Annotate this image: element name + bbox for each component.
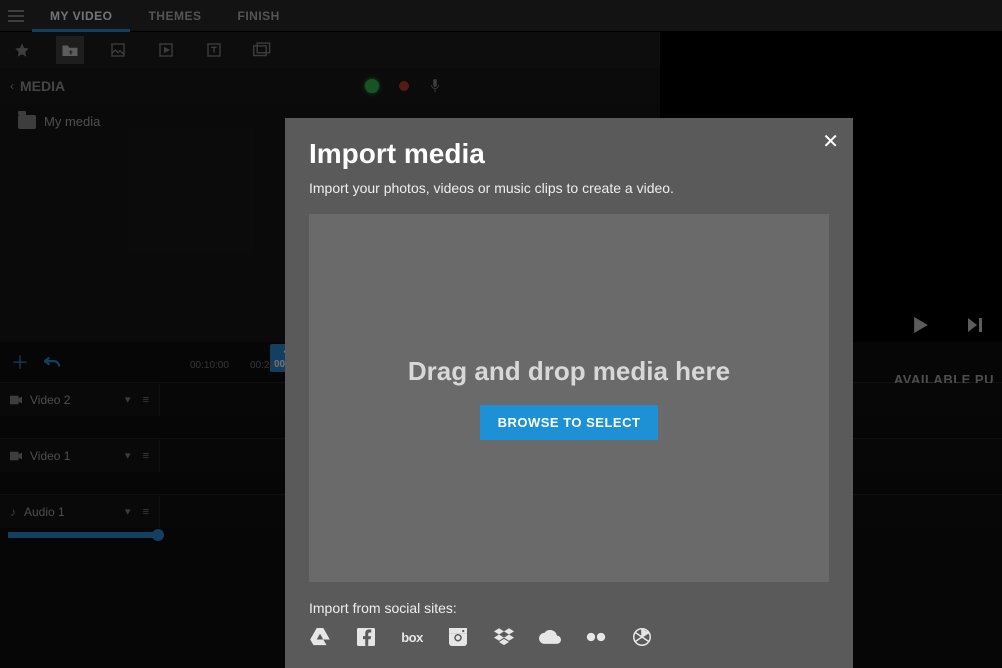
facebook-icon[interactable] [355,626,377,648]
instagram-icon[interactable] [447,626,469,648]
social-import-label: Import from social sites: [309,600,829,616]
box-icon[interactable]: box [401,626,423,648]
google-drive-icon[interactable] [309,626,331,648]
browse-button[interactable]: BROWSE TO SELECT [480,405,659,440]
dropzone-text: Drag and drop media here [408,356,730,387]
dropzone[interactable]: Drag and drop media here BROWSE TO SELEC… [309,214,829,582]
flickr-icon[interactable] [585,626,607,648]
social-import-row: box [309,626,829,648]
onedrive-icon[interactable] [539,626,561,648]
close-button[interactable]: ✕ [822,132,839,152]
app-root: MY VIDEO THEMES FINISH ‹ MEDIA [0,0,1002,668]
modal-title: Import media [309,138,829,170]
modal-subtitle: Import your photos, videos or music clip… [309,180,829,196]
import-media-modal: ✕ Import media Import your photos, video… [285,118,853,668]
picasa-icon[interactable] [631,626,653,648]
dropbox-icon[interactable] [493,626,515,648]
